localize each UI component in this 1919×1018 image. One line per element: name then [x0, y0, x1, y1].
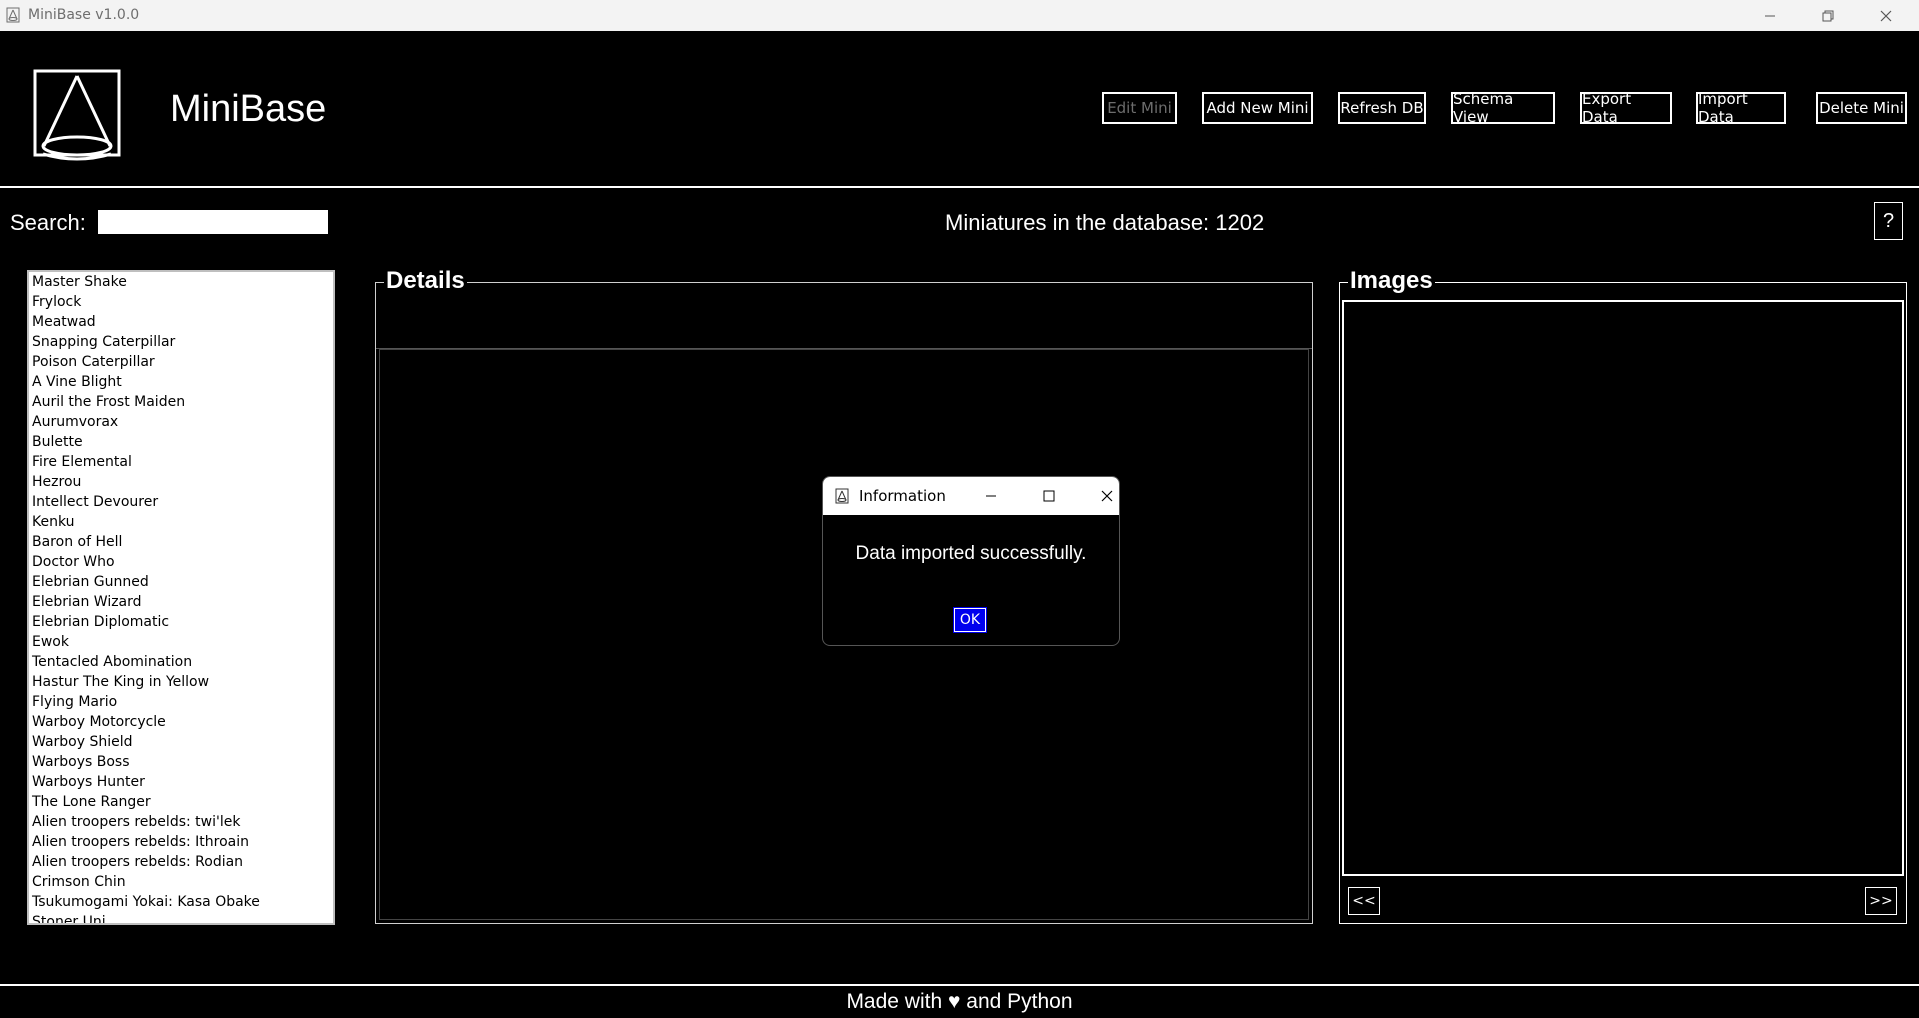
list-item[interactable]: Tsukumogami Yokai: Kasa Obake: [29, 892, 333, 912]
edit-mini-button[interactable]: Edit Mini: [1102, 92, 1177, 124]
image-display-area: [1342, 300, 1904, 876]
list-item[interactable]: Alien troopers rebelds: Ithroain: [29, 832, 333, 852]
close-window-button[interactable]: [1857, 0, 1915, 31]
refresh-db-button[interactable]: Refresh DB: [1338, 92, 1426, 124]
dialog-maximize-button[interactable]: [1029, 477, 1069, 515]
minibase-logo: [33, 69, 121, 161]
import-data-button[interactable]: Import Data: [1696, 90, 1786, 126]
information-dialog: Information Data imported successfully. …: [822, 476, 1120, 646]
dialog-title: Information: [859, 487, 946, 505]
list-item[interactable]: The Lone Ranger: [29, 792, 333, 812]
list-item[interactable]: Elebrian Gunned: [29, 572, 333, 592]
list-item[interactable]: Intellect Devourer: [29, 492, 333, 512]
restore-icon: [1822, 10, 1834, 21]
list-item[interactable]: Alien troopers rebelds: Rodian: [29, 852, 333, 872]
list-item[interactable]: Ewok: [29, 632, 333, 652]
list-item[interactable]: Flying Mario: [29, 692, 333, 712]
search-label: Search:: [10, 210, 86, 235]
close-icon: [1101, 490, 1113, 502]
list-item[interactable]: Warboy Motorcycle: [29, 712, 333, 732]
list-item[interactable]: Warboys Boss: [29, 752, 333, 772]
list-item[interactable]: Crimson Chin: [29, 872, 333, 892]
footer-divider: [0, 984, 1919, 986]
list-item[interactable]: A Vine Blight: [29, 372, 333, 392]
list-item[interactable]: Tentacled Abomination: [29, 652, 333, 672]
header-divider: [0, 186, 1919, 188]
list-item[interactable]: Kenku: [29, 512, 333, 532]
dialog-minimize-button[interactable]: [971, 477, 1011, 515]
window-titlebar: MiniBase v1.0.0: [0, 0, 1919, 31]
images-frame: Images << >>: [1339, 267, 1907, 924]
list-item[interactable]: Warboy Shield: [29, 732, 333, 752]
app-title: MiniBase: [170, 88, 327, 130]
maximize-icon: [1043, 490, 1055, 502]
mini-count-label: Miniatures in the database: 1202: [945, 210, 1265, 235]
next-image-button[interactable]: >>: [1865, 887, 1897, 915]
previous-image-button[interactable]: <<: [1348, 887, 1380, 915]
dialog-titlebar: Information: [823, 477, 1119, 515]
list-item[interactable]: Alien troopers rebelds: twi'lek: [29, 812, 333, 832]
schema-view-button[interactable]: Schema View: [1451, 90, 1555, 126]
minimize-icon: [986, 495, 996, 497]
list-item[interactable]: Master Shake: [29, 272, 333, 292]
mini-listbox[interactable]: Master Shake Frylock Meatwad Snapping Cater…: [27, 270, 335, 925]
list-item[interactable]: Auril the Frost Maiden: [29, 392, 333, 412]
close-icon: [1880, 10, 1892, 21]
minibase-logo-icon: [6, 7, 20, 23]
list-item[interactable]: Snapping Caterpillar: [29, 332, 333, 352]
list-item[interactable]: Hezrou: [29, 472, 333, 492]
export-data-button[interactable]: Export Data: [1580, 90, 1672, 126]
list-item[interactable]: Meatwad: [29, 312, 333, 332]
ok-button[interactable]: OK: [953, 607, 987, 633]
footer-text: Made with ♥ and Python: [846, 990, 1073, 1013]
search-input[interactable]: [98, 210, 328, 234]
list-item[interactable]: Fire Elemental: [29, 452, 333, 472]
list-item[interactable]: Hastur The King in Yellow: [29, 672, 333, 692]
list-item[interactable]: Frylock: [29, 292, 333, 312]
delete-mini-button[interactable]: Delete Mini: [1816, 92, 1907, 124]
window-title: MiniBase v1.0.0: [28, 7, 140, 23]
list-item[interactable]: Elebrian Diplomatic: [29, 612, 333, 632]
list-item[interactable]: Doctor Who: [29, 552, 333, 572]
images-title: Images: [1348, 267, 1435, 295]
list-item[interactable]: Aurumvorax: [29, 412, 333, 432]
restore-window-button[interactable]: [1799, 0, 1857, 31]
add-new-mini-button[interactable]: Add New Mini: [1202, 92, 1313, 124]
list-item[interactable]: Elebrian Wizard: [29, 592, 333, 612]
dialog-close-button[interactable]: [1087, 477, 1119, 515]
list-item[interactable]: Bulette: [29, 432, 333, 452]
dialog-message: Data imported successfully.: [855, 543, 1087, 564]
list-item[interactable]: Warboys Hunter: [29, 772, 333, 792]
details-header-area: [376, 283, 1312, 349]
list-item[interactable]: Baron of Hell: [29, 532, 333, 552]
list-item[interactable]: Poison Caterpillar: [29, 352, 333, 372]
list-item[interactable]: Stoner Uni...: [29, 912, 333, 923]
minimize-icon: [1765, 15, 1775, 16]
minibase-logo-icon: [835, 488, 849, 504]
minimize-window-button[interactable]: [1741, 0, 1799, 31]
help-button[interactable]: ?: [1874, 202, 1903, 240]
